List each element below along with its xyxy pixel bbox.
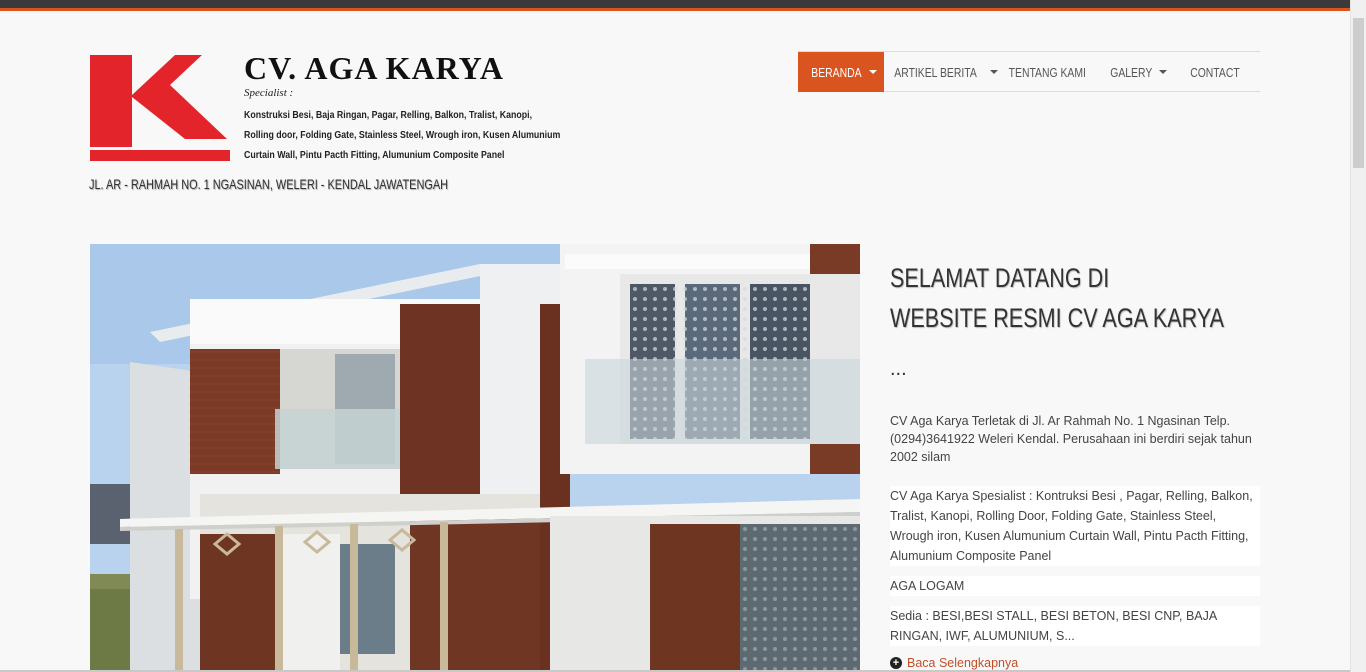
nav-item-label: GALERY <box>1109 64 1152 80</box>
nav-item-galery[interactable]: GALERY <box>1096 52 1176 92</box>
welcome-line: SELAMAT DATANG DI <box>890 263 1110 293</box>
specialist-line: Konstruksi Besi, Baja Ringan, Pagar, Rel… <box>244 110 533 121</box>
nav-item-tentang-kami[interactable]: TENTANG KAMI <box>998 52 1096 92</box>
nav-item-label: CONTACT <box>1190 64 1240 80</box>
hero-house-image <box>90 244 860 672</box>
nav-item-label: BERANDA <box>810 64 862 80</box>
intro-paragraph: CV Aga Karya Terletak di Jl. Ar Rahmah N… <box>890 414 1252 464</box>
specialist-label: Specialist : <box>244 87 294 99</box>
scrollbar-thumb[interactable] <box>1353 18 1364 168</box>
caret-down-icon <box>869 70 878 74</box>
nav-item-beranda[interactable]: BERANDA <box>798 52 884 92</box>
main-nav: BERANDA ARTIKEL BERITA TENTANG KAMI GALE… <box>798 51 1260 92</box>
company-logo[interactable] <box>90 55 230 161</box>
plus-circle-icon: + <box>890 657 902 669</box>
vertical-scrollbar[interactable] <box>1350 0 1366 672</box>
specialist-line: Curtain Wall, Pintu Pacth Fitting, Alumu… <box>244 150 505 161</box>
welcome-heading: SELAMAT DATANG DI WEBSITE RESMI CV AGA K… <box>890 258 1224 338</box>
stock-paragraph: Sedia : BESI,BESI STALL, BESI BETON, BES… <box>890 606 1260 646</box>
read-more-label: Baca Selengkapnya <box>907 656 1019 670</box>
read-more-link[interactable]: + Baca Selengkapnya <box>890 656 1018 670</box>
caret-down-icon <box>989 70 998 74</box>
specialist-line: Rolling door, Folding Gate, Stainless St… <box>244 130 561 141</box>
company-name: CV. AGA KARYA <box>244 50 504 86</box>
company-address: JL. AR - RAHMAH NO. 1 NGASINAN, WELERI -… <box>89 176 449 192</box>
ellipsis-text: ... <box>890 358 907 380</box>
welcome-line: WEBSITE RESMI CV AGA KARYA <box>890 303 1225 333</box>
nav-item-artikel-berita[interactable]: ARTIKEL BERITA <box>884 52 998 92</box>
caret-down-icon <box>1159 70 1168 74</box>
nav-item-label: ARTIKEL BERITA <box>894 64 978 80</box>
subtitle-aga-logam: AGA LOGAM <box>890 576 1260 596</box>
specialist-paragraph: CV Aga Karya Spesialist : Kontruksi Besi… <box>890 486 1260 566</box>
top-accent-bar <box>0 0 1350 11</box>
nav-item-contact[interactable]: CONTACT <box>1176 52 1254 92</box>
nav-item-label: TENTANG KAMI <box>1008 64 1086 80</box>
